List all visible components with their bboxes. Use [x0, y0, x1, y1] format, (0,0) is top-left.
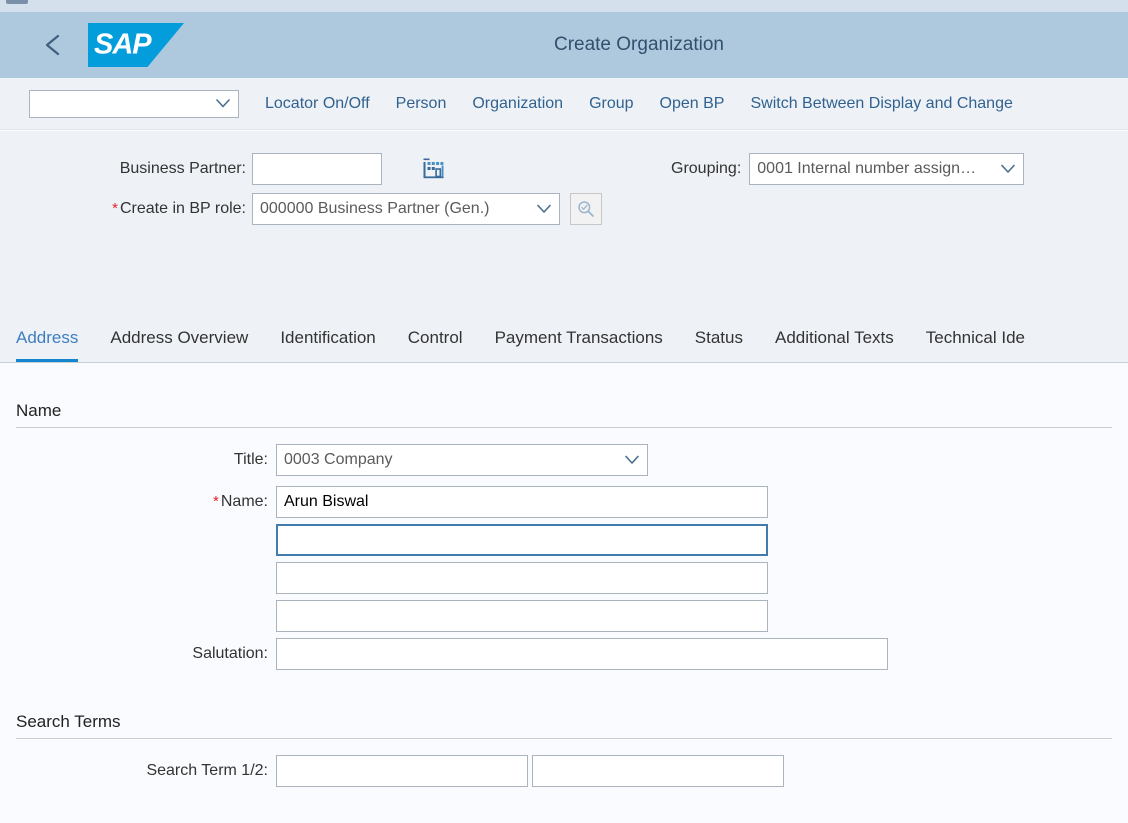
- name-line-4-input[interactable]: [276, 600, 768, 632]
- create-in-bp-role-row: * Create in BP role: 000000 Business Part…: [0, 193, 1128, 225]
- tab-additional-texts[interactable]: Additional Texts: [775, 329, 894, 362]
- chevron-down-icon: [1001, 164, 1016, 173]
- title-field-row: Title: 0003 Company: [0, 444, 1128, 476]
- bp-role-search-button[interactable]: [570, 193, 602, 225]
- search-term-label: Search Term 1/2:: [146, 762, 268, 779]
- toolbar-link-locator-on-off[interactable]: Locator On/Off: [265, 95, 370, 113]
- search-term-field-row: Search Term 1/2:: [0, 755, 1128, 787]
- tab-control[interactable]: Control: [408, 329, 463, 362]
- shell-header: SAP Create Organization: [0, 12, 1128, 78]
- create-in-bp-role-select[interactable]: 000000 Business Partner (Gen.): [252, 193, 560, 225]
- title-select[interactable]: 0003 Company: [276, 444, 648, 476]
- chevron-down-icon: [216, 99, 230, 108]
- title-label-cell: Title:: [0, 451, 276, 469]
- salutation-label: Salutation:: [192, 645, 268, 662]
- create-in-bp-role-value: 000000 Business Partner (Gen.): [260, 200, 490, 217]
- name-section-divider: [16, 427, 1112, 428]
- name-field-row: * Name:: [0, 486, 1128, 518]
- toolbar-link-open-bp[interactable]: Open BP: [660, 95, 725, 113]
- search-term-2-input[interactable]: [532, 755, 784, 787]
- chevron-down-icon: [625, 455, 639, 464]
- grouping-select[interactable]: 0001 Internal number assign…: [749, 153, 1025, 185]
- chevron-left-icon: [45, 34, 60, 56]
- tab-status[interactable]: Status: [695, 329, 743, 362]
- tab-payment-transactions[interactable]: Payment Transactions: [495, 329, 663, 362]
- name-label: Name:: [220, 493, 268, 510]
- toolbar: Locator On/Off Person Organization Group…: [0, 78, 1128, 130]
- name-line-1-input[interactable]: [276, 486, 768, 518]
- browser-tab-stub[interactable]: [6, 0, 28, 4]
- required-indicator: *: [112, 200, 118, 217]
- tab-strip: Address Address Overview Identification …: [0, 307, 1128, 363]
- grouping-row: Grouping: 0001 Internal number assign…: [671, 153, 1025, 185]
- page-title-text: Create Organization: [553, 34, 725, 55]
- toolbar-link-switch-display-change[interactable]: Switch Between Display and Change: [750, 95, 1012, 113]
- business-partner-header-form: Business Partner: * Create in BP role: 0…: [0, 131, 1128, 307]
- search-term-1-input[interactable]: [276, 755, 528, 787]
- sap-create-organization-page: SAP Create Organization Locator On/Off P…: [0, 0, 1128, 823]
- back-button[interactable]: [30, 22, 76, 68]
- tab-address-overview[interactable]: Address Overview: [110, 329, 248, 362]
- search-terms-section-divider: [16, 738, 1112, 739]
- required-indicator: *: [213, 493, 219, 510]
- create-in-bp-role-label-cell: * Create in BP role:: [0, 200, 252, 218]
- chevron-down-icon: [537, 204, 551, 213]
- toolbar-link-organization[interactable]: Organization: [472, 95, 563, 113]
- salutation-label-cell: Salutation:: [0, 645, 276, 663]
- grouping-label: Grouping:: [671, 160, 742, 177]
- salutation-field-row: Salutation:: [0, 638, 1128, 670]
- sap-logo-text: SAP: [94, 28, 152, 61]
- search-terms-section-heading: Search Terms: [16, 712, 121, 731]
- name-line-2-input[interactable]: [276, 524, 768, 556]
- title-value: 0003 Company: [284, 451, 393, 468]
- grouping-value: 0001 Internal number assign…: [757, 160, 977, 177]
- business-partner-input[interactable]: [252, 153, 382, 185]
- tab-address[interactable]: Address: [16, 329, 79, 362]
- magnifier-icon: [578, 201, 594, 217]
- search-term-label-cell: Search Term 1/2:: [0, 762, 276, 780]
- name-label-cell: * Name:: [0, 493, 276, 511]
- title-label: Title:: [233, 451, 268, 468]
- name-line-4-row: [0, 600, 1128, 632]
- browser-chrome-strip: [0, 0, 1128, 12]
- address-tab-content: Name Title: 0003 Company * Name: Arun Bi…: [0, 363, 1128, 823]
- name-line-3-row: [0, 562, 1128, 594]
- tab-technical-identification[interactable]: Technical Ide: [926, 329, 1025, 362]
- toolbar-link-person[interactable]: Person: [396, 95, 447, 113]
- sap-logo: SAP: [88, 23, 184, 67]
- business-partner-label-cell: Business Partner:: [0, 160, 252, 178]
- business-partner-label: Business Partner:: [119, 160, 246, 177]
- name-line-2-row: [0, 524, 1128, 556]
- tab-identification[interactable]: Identification: [280, 329, 375, 362]
- name-line-3-input[interactable]: [276, 562, 768, 594]
- system-select[interactable]: [29, 89, 239, 118]
- toolbar-link-group[interactable]: Group: [589, 95, 633, 113]
- name-section-heading: Name: [16, 401, 62, 420]
- organization-building-icon[interactable]: [422, 158, 446, 180]
- create-in-bp-role-label: Create in BP role:: [120, 200, 246, 217]
- salutation-input[interactable]: [276, 638, 888, 670]
